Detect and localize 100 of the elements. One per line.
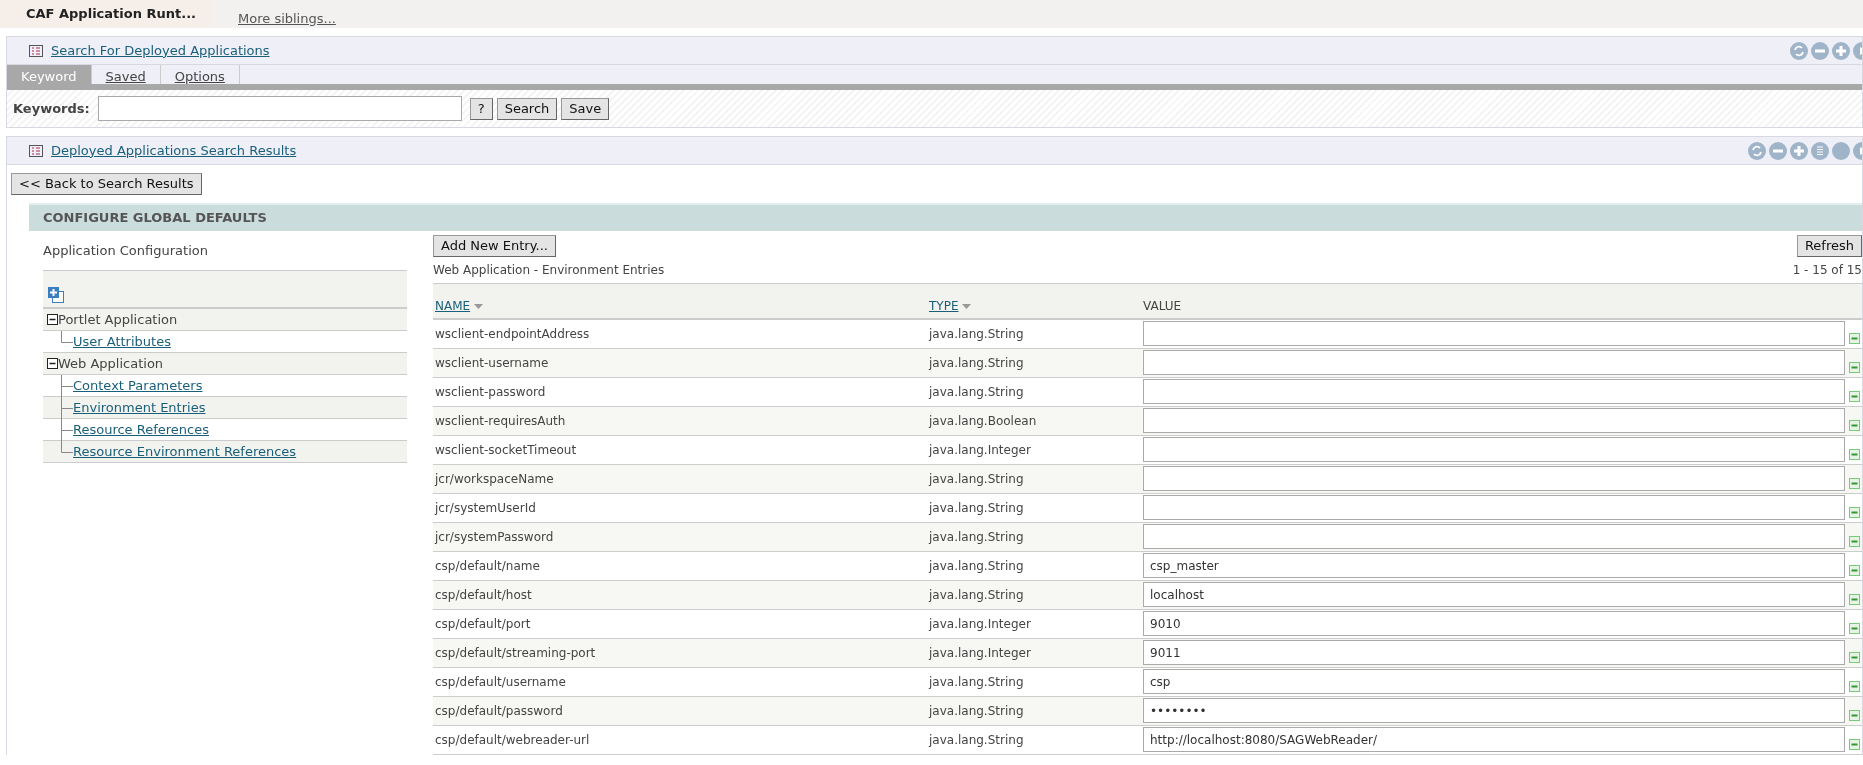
- value-field[interactable]: [1143, 495, 1845, 520]
- collapse-icon[interactable]: [47, 314, 58, 325]
- table-cell: java.lang.String: [929, 732, 1024, 747]
- table-cell: csp/default/port: [435, 616, 531, 631]
- play-icon[interactable]: [1853, 141, 1862, 160]
- value-field[interactable]: http://localhost:8080/SAGWebReader/: [1143, 727, 1845, 752]
- value-field[interactable]: csp_master: [1143, 553, 1845, 578]
- value-field[interactable]: [1143, 466, 1845, 491]
- table-cell: wsclient-endpointAddress: [435, 326, 590, 341]
- refresh-icon[interactable]: [1748, 141, 1766, 160]
- sort-icon[interactable]: [962, 303, 972, 310]
- save-button[interactable]: Save: [561, 97, 610, 120]
- table-title: Web Application - Environment Entries: [433, 261, 665, 279]
- collapse-icon[interactable]: [47, 358, 58, 369]
- table-cell: java.lang.String: [929, 674, 1024, 689]
- column-header[interactable]: TYPE: [929, 299, 959, 313]
- remove-icon[interactable]: [1849, 623, 1860, 634]
- more-siblings-link[interactable]: More siblings...: [238, 8, 336, 28]
- list-icon: [29, 44, 43, 57]
- value-field[interactable]: localhost: [1143, 582, 1845, 607]
- panel-title-link[interactable]: Deployed Applications Search Results: [51, 140, 297, 161]
- table-cell: wsclient-password: [435, 384, 546, 399]
- column-header: VALUE: [1143, 299, 1182, 313]
- table-cell: java.lang.String: [929, 326, 1024, 341]
- table-cell: java.lang.String: [929, 703, 1024, 718]
- tab[interactable]: Saved: [91, 65, 161, 84]
- play-icon[interactable]: [1853, 41, 1862, 60]
- table-cell: csp/default/host: [435, 587, 532, 602]
- value-field[interactable]: [1143, 437, 1845, 462]
- table-cell: java.lang.String: [929, 558, 1024, 573]
- value-field[interactable]: [1143, 321, 1845, 347]
- remove-icon[interactable]: [1849, 391, 1860, 402]
- add-entry-button[interactable]: Add New Entry...: [433, 234, 556, 257]
- table-cell: java.lang.String: [929, 355, 1024, 370]
- remove-icon[interactable]: [1849, 362, 1860, 373]
- tree-line: [61, 396, 73, 419]
- table-cell: csp/default/streaming-port: [435, 645, 596, 660]
- tab[interactable]: Options: [160, 65, 240, 84]
- remove-icon[interactable]: [1849, 594, 1860, 605]
- refresh-icon[interactable]: [1790, 41, 1808, 60]
- tree-link[interactable]: Resource References: [73, 419, 209, 440]
- pagination-text: 1 - 15 of 15: [1792, 261, 1862, 279]
- table-cell: csp/default/username: [435, 674, 566, 689]
- remove-icon[interactable]: [1849, 565, 1860, 576]
- value-field[interactable]: 9010: [1143, 611, 1845, 636]
- table-cell: java.lang.Integer: [929, 645, 1031, 660]
- refresh-button[interactable]: Refresh: [1796, 234, 1862, 257]
- minimize-icon[interactable]: [1769, 141, 1787, 160]
- table-cell: java.lang.String: [929, 384, 1024, 399]
- table-cell: java.lang.String: [929, 587, 1024, 602]
- tree-link[interactable]: Context Parameters: [73, 375, 203, 396]
- remove-icon[interactable]: [1849, 478, 1860, 489]
- remove-icon[interactable]: [1849, 449, 1860, 460]
- remove-icon[interactable]: [1849, 681, 1860, 692]
- section-header: CONFIGURE GLOBAL DEFAULTS: [29, 203, 1862, 231]
- remove-icon[interactable]: [1849, 420, 1860, 431]
- table-cell: wsclient-requiresAuth: [435, 413, 566, 428]
- expand-all-icon[interactable]: [47, 285, 65, 304]
- keywords-field[interactable]: [97, 96, 462, 121]
- table-cell: java.lang.Integer: [929, 616, 1031, 631]
- value-field[interactable]: csp: [1143, 669, 1845, 694]
- back-button[interactable]: << Back to Search Results: [11, 173, 202, 195]
- tree-line: [61, 331, 73, 343]
- table-cell: csp/default/webreader-url: [435, 732, 590, 747]
- minimize-icon[interactable]: [1811, 41, 1829, 60]
- sort-icon[interactable]: [474, 303, 484, 310]
- column-header[interactable]: NAME: [435, 299, 471, 313]
- page-tab[interactable]: CAF Application Runt...: [0, 0, 210, 28]
- table-cell: java.lang.String: [929, 471, 1024, 486]
- remove-icon[interactable]: [1849, 536, 1860, 547]
- panel-title-link[interactable]: Search For Deployed Applications: [51, 40, 270, 61]
- table-cell: java.lang.String: [929, 529, 1024, 544]
- circle-icon[interactable]: [1832, 141, 1850, 160]
- table-cell: jcr/systemUserId: [435, 500, 536, 515]
- list-icon: [29, 144, 43, 157]
- value-field[interactable]: [1143, 350, 1845, 375]
- value-field[interactable]: ••••••••: [1143, 698, 1845, 723]
- table-cell: wsclient-username: [435, 355, 549, 370]
- table-cell: csp/default/password: [435, 703, 563, 718]
- remove-icon[interactable]: [1849, 652, 1860, 663]
- table-cell: java.lang.Boolean: [929, 413, 1037, 428]
- tree-link[interactable]: User Attributes: [73, 331, 171, 352]
- value-field[interactable]: [1143, 408, 1845, 433]
- value-field[interactable]: [1143, 379, 1845, 404]
- value-field[interactable]: [1143, 524, 1845, 549]
- list-icon[interactable]: [1811, 141, 1829, 160]
- table-cell: jcr/systemPassword: [435, 529, 554, 544]
- maximize-icon[interactable]: [1832, 41, 1850, 60]
- table-cell: java.lang.Integer: [929, 442, 1031, 457]
- value-field[interactable]: 9011: [1143, 640, 1845, 665]
- table-cell: csp/default/name: [435, 558, 540, 573]
- remove-icon[interactable]: [1849, 710, 1860, 721]
- remove-icon[interactable]: [1849, 739, 1860, 750]
- search-button[interactable]: Search: [496, 97, 558, 120]
- help-button[interactable]: ?: [469, 97, 493, 120]
- keywords-label: Keywords:: [13, 99, 90, 118]
- remove-icon[interactable]: [1849, 333, 1860, 345]
- remove-icon[interactable]: [1849, 507, 1860, 518]
- table-cell: jcr/workspaceName: [435, 471, 554, 486]
- maximize-icon[interactable]: [1790, 141, 1808, 160]
